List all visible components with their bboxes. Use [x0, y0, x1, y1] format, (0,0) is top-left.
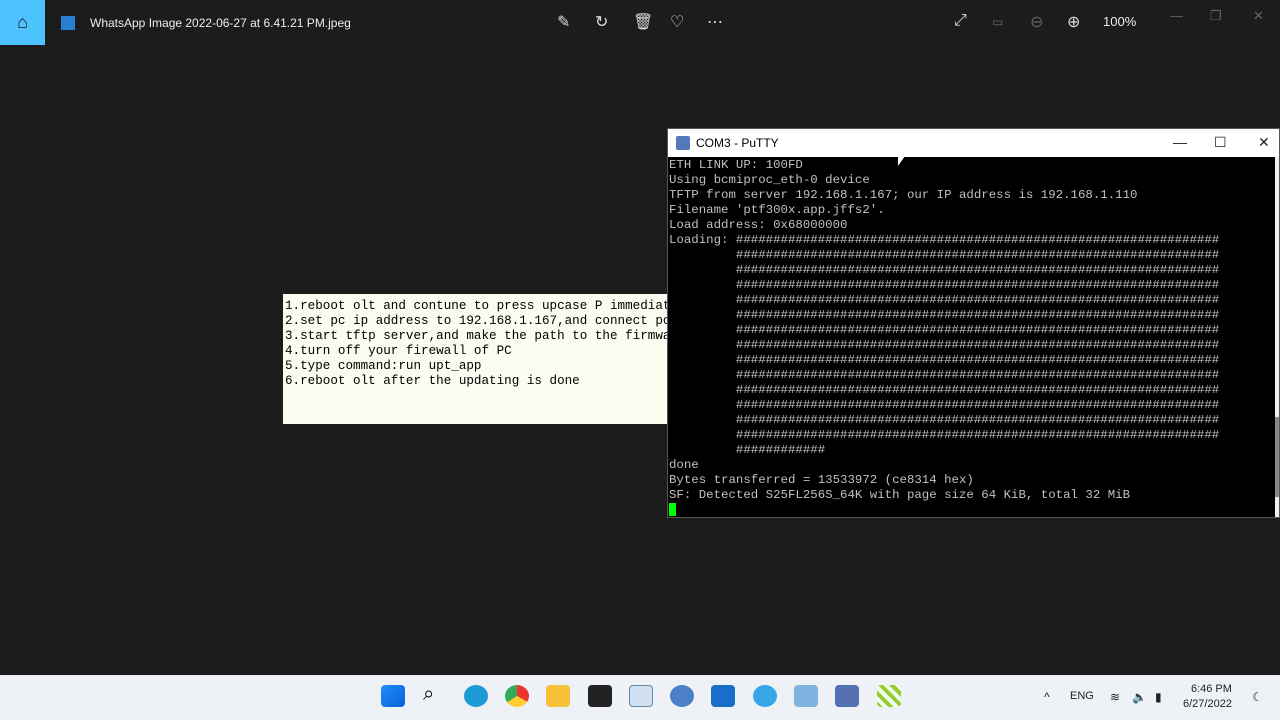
- photos-icon[interactable]: [711, 685, 735, 707]
- scrollbar-thumb[interactable]: [1275, 417, 1279, 497]
- note-line: 3.start tftp server,and make the path to…: [285, 329, 668, 343]
- home-icon: ⌂: [17, 12, 28, 32]
- edit-image-icon[interactable]: ✎: [557, 12, 570, 32]
- note-line: 1.reboot olt and contune to press upcase…: [285, 299, 668, 313]
- fullscreen-icon[interactable]: ⤢: [954, 12, 967, 30]
- zoom-out-icon[interactable]: ⊖: [1030, 12, 1043, 32]
- putty-window: COM3 - PuTTY — ☐ ✕ ETH LINK UP: 100FD Usi…: [667, 128, 1280, 518]
- focus-assist-moon-icon[interactable]: ☾: [1252, 690, 1263, 704]
- language-indicator[interactable]: ENG: [1070, 690, 1094, 702]
- time: 6:46 PM: [1190, 683, 1232, 695]
- file-explorer-icon[interactable]: [546, 685, 570, 707]
- instruction-note: 1.reboot olt and contune to press upcase…: [283, 294, 668, 424]
- terminal-line: ########################################…: [669, 398, 1220, 412]
- terminal-line: ########################################…: [669, 323, 1220, 337]
- terminal-line: Filename 'ptf300x.app.jffs2'.: [669, 203, 885, 217]
- zoom-in-icon[interactable]: ⊕: [1067, 12, 1080, 32]
- performance-monitor-icon[interactable]: [629, 685, 653, 707]
- zoom-level: 100%: [1103, 14, 1137, 29]
- putty-icon: [676, 136, 690, 150]
- mouse-cursor-icon: [898, 148, 905, 166]
- wifi-icon[interactable]: ≋: [1110, 690, 1120, 704]
- putty-close-button[interactable]: ✕: [1258, 134, 1270, 151]
- terminal-line: ########################################…: [669, 338, 1220, 352]
- terminal-line: Load address: 0x68000000: [669, 218, 848, 232]
- close-button[interactable]: ✕: [1253, 8, 1264, 24]
- note-line: 4.turn off your firewall of PC: [285, 344, 512, 358]
- start-icon[interactable]: [381, 685, 405, 707]
- volume-icon[interactable]: 🔈: [1132, 690, 1147, 704]
- date: 6/27/2022: [1183, 698, 1232, 710]
- terminal-line: done: [669, 458, 699, 472]
- chrome-icon[interactable]: [505, 685, 529, 707]
- terminal-line: ########################################…: [669, 428, 1220, 442]
- terminal-line: ############: [669, 443, 826, 457]
- terminal-line: ########################################…: [669, 353, 1220, 367]
- search-icon[interactable]: ⌕: [423, 683, 447, 705]
- restore-button[interactable]: ❐: [1210, 8, 1222, 24]
- note-line: 6.reboot olt after the updating is done: [285, 374, 580, 388]
- terminal-output[interactable]: ETH LINK UP: 100FD Using bcmiproc_eth-0 d…: [668, 157, 1279, 517]
- terminal-icon[interactable]: [588, 685, 612, 707]
- tftp-icon[interactable]: [877, 685, 901, 707]
- putty-titlebar[interactable]: COM3 - PuTTY — ☐ ✕: [668, 129, 1279, 157]
- putty-maximize-button[interactable]: ☐: [1214, 134, 1227, 151]
- favorite-heart-icon[interactable]: ♡: [670, 12, 684, 32]
- home-button[interactable]: ⌂: [0, 0, 45, 45]
- terminal-cursor: [669, 503, 676, 517]
- actual-size-icon[interactable]: ▭: [992, 15, 1003, 29]
- terminal-line: ########################################…: [669, 368, 1220, 382]
- note-line: 2.set pc ip address to 192.168.1.167,and…: [285, 314, 668, 328]
- image-file-icon: [61, 15, 75, 30]
- putty-taskbar-icon[interactable]: [835, 685, 859, 707]
- minimize-button[interactable]: —: [1170, 8, 1183, 23]
- battery-icon[interactable]: ▮: [1155, 690, 1162, 704]
- delete-icon[interactable]: 🗑: [633, 12, 653, 32]
- terminal-line: Loading: ###############################…: [669, 233, 1220, 247]
- terminal-scrollbar[interactable]: [1275, 157, 1279, 517]
- terminal-line: ########################################…: [669, 263, 1220, 277]
- app-icon[interactable]: [670, 685, 694, 707]
- file-name: WhatsApp Image 2022-06-27 at 6.41.21 PM.…: [90, 15, 351, 30]
- terminal-line: ########################################…: [669, 278, 1220, 292]
- terminal-line: ########################################…: [669, 383, 1220, 397]
- note-line: 5.type command:run upt_app: [285, 359, 482, 373]
- clock[interactable]: 6:46 PM 6/27/2022: [1183, 682, 1232, 712]
- terminal-line: ETH LINK UP: 100FD: [669, 158, 803, 172]
- video-call-icon[interactable]: [753, 685, 777, 707]
- terminal-line: ########################################…: [669, 413, 1220, 427]
- putty-minimize-button[interactable]: —: [1173, 134, 1187, 150]
- terminal-line: SF: Detected S25FL256S_64K with page siz…: [669, 488, 1131, 502]
- terminal-line: TFTP from server 192.168.1.167; our IP a…: [669, 188, 1138, 202]
- terminal-line: Bytes transferred = 13533972 (ce8314 hex…: [669, 473, 974, 487]
- more-options-icon[interactable]: ⋯: [707, 12, 723, 32]
- edge-icon[interactable]: [464, 685, 488, 707]
- photo-viewer-toolbar: ⌂ WhatsApp Image 2022-06-27 at 6.41.21 P…: [0, 0, 1280, 45]
- rotate-icon[interactable]: ↻: [595, 12, 608, 32]
- terminal-line: Using bcmiproc_eth-0 device: [669, 173, 870, 187]
- show-hidden-icons-icon[interactable]: ^: [1044, 690, 1050, 704]
- putty-title: COM3 - PuTTY: [696, 136, 779, 150]
- terminal-line: ########################################…: [669, 248, 1220, 262]
- terminal-line: ########################################…: [669, 308, 1220, 322]
- taskbar: ⌕ ^ ENG ≋ 🔈 ▮ 6:46 PM 6/27/2022 ☾: [0, 675, 1280, 720]
- terminal-prompt-line: [669, 503, 1279, 517]
- control-panel-icon[interactable]: [794, 685, 818, 707]
- terminal-line: ########################################…: [669, 293, 1220, 307]
